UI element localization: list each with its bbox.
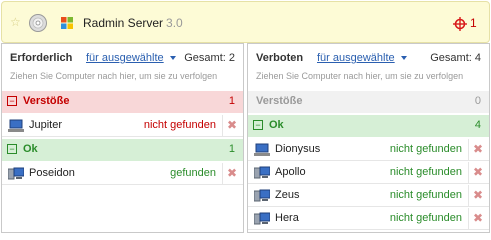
list-item[interactable]: Jupiter nicht gefunden ✖ — [2, 115, 243, 137]
group-count: 0 — [474, 95, 481, 107]
divider — [468, 162, 469, 183]
group-count: 1 — [228, 143, 235, 155]
delete-icon[interactable]: ✖ — [473, 142, 483, 156]
collapse-icon[interactable]: − — [7, 96, 17, 106]
computer-name: Apollo — [275, 166, 306, 178]
panel-title: Erforderlich — [10, 52, 73, 64]
list-item[interactable]: Apollo nicht gefunden ✖ — [248, 162, 489, 184]
list-item[interactable]: Hera nicht gefunden ✖ — [248, 208, 489, 230]
windows-logo-icon — [61, 17, 73, 29]
chevron-down-icon[interactable] — [170, 56, 176, 60]
delete-icon[interactable]: ✖ — [227, 166, 237, 180]
group-violations[interactable]: Verstöße 0 — [248, 91, 489, 113]
delete-icon[interactable]: ✖ — [473, 188, 483, 202]
computer-status: nicht gefunden — [389, 166, 462, 178]
group-ok[interactable]: − Ok 1 — [2, 139, 243, 161]
group-count: 1 — [228, 95, 235, 107]
group-label: Ok — [23, 143, 38, 155]
required-panel: Erforderlich für ausgewählte Gesamt: 2 Z… — [1, 43, 244, 233]
total-count: Gesamt: 2 — [184, 52, 235, 64]
title-bar: ☆ Radmin Server 3.0 1 — [1, 1, 490, 43]
collapse-icon[interactable]: − — [253, 120, 263, 130]
panel-title: Verboten — [256, 52, 304, 64]
chevron-down-icon[interactable] — [401, 56, 407, 60]
group-label: Ok — [269, 119, 284, 131]
group-violations[interactable]: − Verstöße 1 — [2, 91, 243, 113]
computer-name: Poseidon — [29, 167, 75, 179]
crosshair-alert-icon[interactable] — [453, 17, 467, 31]
star-icon[interactable]: ☆ — [10, 16, 22, 28]
panel-header: Verboten für ausgewählte Gesamt: 4 Ziehe… — [248, 44, 489, 89]
divider — [468, 185, 469, 206]
group-label: Verstöße — [23, 95, 70, 107]
divider — [468, 139, 469, 160]
computer-icon — [254, 189, 270, 202]
group-count: 4 — [474, 119, 481, 131]
panel-header: Erforderlich für ausgewählte Gesamt: 2 Z… — [2, 44, 243, 89]
laptop-icon — [8, 119, 24, 132]
group-label: Verstöße — [256, 95, 303, 107]
computer-status: nicht gefunden — [389, 143, 462, 155]
divider — [222, 163, 223, 184]
computer-name: Hera — [275, 212, 299, 224]
filter-dropdown[interactable]: für ausgewählte — [317, 52, 395, 64]
app-version: 3.0 — [166, 16, 183, 30]
alert-count[interactable]: 1 — [470, 16, 477, 30]
computer-status: nicht gefunden — [389, 212, 462, 224]
delete-icon[interactable]: ✖ — [227, 118, 237, 132]
delete-icon[interactable]: ✖ — [473, 165, 483, 179]
delete-icon[interactable]: ✖ — [473, 211, 483, 225]
computer-name: Zeus — [275, 189, 300, 201]
laptop-icon — [254, 143, 270, 156]
computer-icon — [254, 166, 270, 179]
drop-hint: Ziehen Sie Computer nach hier, um sie zu… — [256, 71, 464, 81]
list-item[interactable]: Zeus nicht gefunden ✖ — [248, 185, 489, 207]
filter-dropdown[interactable]: für ausgewählte — [86, 52, 164, 64]
collapse-icon[interactable]: − — [7, 144, 17, 154]
computer-name: Dionysus — [275, 143, 321, 155]
computer-status: nicht gefunden — [389, 189, 462, 201]
computer-icon — [254, 212, 270, 225]
total-count: Gesamt: 4 — [430, 52, 481, 64]
divider — [222, 115, 223, 136]
divider — [468, 208, 469, 229]
list-item[interactable]: Dionysus nicht gefunden ✖ — [248, 139, 489, 161]
list-item[interactable]: Poseidon gefunden ✖ — [2, 163, 243, 185]
computer-name: Jupiter — [29, 119, 63, 131]
app-title: Radmin Server 3.0 — [83, 16, 183, 30]
computer-icon — [8, 167, 24, 180]
group-ok[interactable]: − Ok 4 — [248, 115, 489, 137]
cd-icon — [29, 14, 47, 32]
computer-status: nicht gefunden — [143, 119, 216, 131]
forbidden-panel: Verboten für ausgewählte Gesamt: 4 Ziehe… — [247, 43, 490, 233]
computer-status: gefunden — [170, 167, 216, 179]
drop-hint: Ziehen Sie Computer nach hier, um sie zu… — [10, 71, 218, 81]
app-name: Radmin Server — [83, 16, 164, 30]
